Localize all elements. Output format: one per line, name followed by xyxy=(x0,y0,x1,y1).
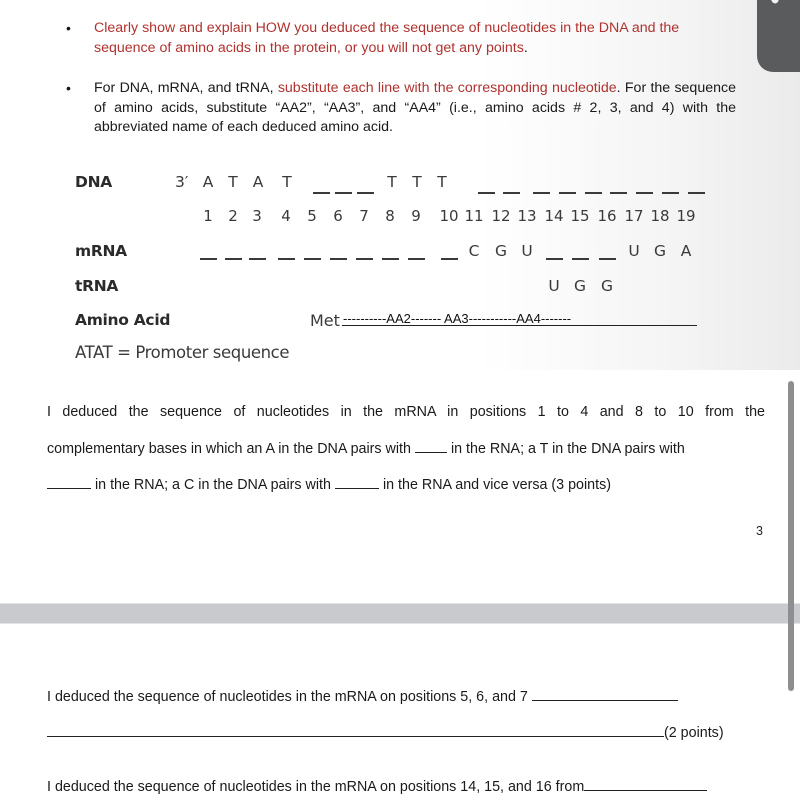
trna-label: tRNA xyxy=(75,277,119,295)
dna-blank[interactable] xyxy=(558,192,576,194)
answer-2-line-1: I deduced the sequence of nucleotides in… xyxy=(47,686,678,705)
bullet-icon: • xyxy=(66,20,71,36)
dna-nucleotide: T xyxy=(437,173,447,191)
answer-2-line-2: (2 points) xyxy=(47,722,724,741)
mrna-nucleotide: G xyxy=(494,242,507,260)
position-number: 6 xyxy=(333,207,343,225)
position-number: 16 xyxy=(597,207,617,225)
promoter-note: ATAT = Promoter sequence xyxy=(75,343,290,362)
position-number: 5 xyxy=(307,207,317,225)
dna-nucleotide: T xyxy=(387,173,397,191)
mrna-blank[interactable] xyxy=(571,258,589,260)
dna-blank[interactable] xyxy=(609,192,627,194)
mrna-blank[interactable] xyxy=(199,258,217,260)
position-number: 12 xyxy=(491,207,511,225)
dna-blank[interactable] xyxy=(687,192,705,194)
position-number: 17 xyxy=(624,207,644,225)
blank-a-pairs-with[interactable] xyxy=(414,438,447,453)
mrna-blank[interactable] xyxy=(355,258,373,260)
position-number: 9 xyxy=(411,207,421,225)
position-number: 7 xyxy=(359,207,369,225)
dna-blank[interactable] xyxy=(312,192,330,194)
page-separator xyxy=(0,603,800,624)
mrna-blank[interactable] xyxy=(598,258,616,260)
answer-3-line-1: I deduced the sequence of nucleotides in… xyxy=(47,776,708,795)
dna-blank[interactable] xyxy=(661,192,679,194)
blank-answer-2b[interactable] xyxy=(47,722,664,737)
position-number: 14 xyxy=(544,207,564,225)
overlay-tab xyxy=(757,0,800,72)
mrna-nucleotide: C xyxy=(468,242,480,260)
position-number: 10 xyxy=(439,207,459,225)
vertical-scrollbar[interactable] xyxy=(788,381,794,691)
dna-blank[interactable] xyxy=(356,192,374,194)
blank-answer-2a[interactable] xyxy=(531,686,678,701)
dna-nucleotide: A xyxy=(252,173,264,191)
mrna-blank[interactable] xyxy=(381,258,399,260)
mrna-blank[interactable] xyxy=(303,258,321,260)
blank-t-pairs-with[interactable] xyxy=(47,474,91,489)
dna-nucleotide: T xyxy=(282,173,292,191)
position-number: 15 xyxy=(570,207,590,225)
dna-blank[interactable] xyxy=(532,192,550,194)
position-number: 1 xyxy=(203,207,213,225)
dna-nucleotide: T xyxy=(228,173,238,191)
amino-acid-label: Amino Acid xyxy=(75,311,171,329)
mrna-nucleotide: A xyxy=(680,242,692,260)
answer-1-line-1: I deduced the sequence of nucleotides in… xyxy=(47,404,765,420)
mrna-blank[interactable] xyxy=(440,258,458,260)
dna-blank[interactable] xyxy=(477,192,495,194)
blank-c-pairs-with[interactable] xyxy=(334,474,379,489)
dna-blank[interactable] xyxy=(334,192,352,194)
dna-blank[interactable] xyxy=(584,192,602,194)
blank-answer-3[interactable] xyxy=(584,776,708,791)
dna-blank[interactable] xyxy=(502,192,520,194)
instruction-red-text: substitute each line with the correspond… xyxy=(277,80,617,96)
dna-nucleotide: A xyxy=(202,173,214,191)
mrna-blank[interactable] xyxy=(277,258,295,260)
instruction-red-text: Clearly show and explain HOW you deduced… xyxy=(94,20,680,56)
amino-acid-underline xyxy=(342,325,697,327)
mrna-nucleotide: U xyxy=(521,242,533,260)
page-number: 3 xyxy=(756,524,763,538)
points-label: (2 points) xyxy=(664,725,724,741)
position-number: 2 xyxy=(228,207,238,225)
mrna-nucleotide: G xyxy=(653,242,666,260)
dna-3prime-label: 3′ xyxy=(175,173,189,191)
mrna-label: mRNA xyxy=(75,242,127,260)
answer-1-paragraph: I deduced the sequence of nucleotides in… xyxy=(47,404,765,493)
position-number: 3 xyxy=(252,207,262,225)
overlay-glint xyxy=(765,0,780,5)
position-number: 18 xyxy=(650,207,670,225)
mrna-blank[interactable] xyxy=(545,258,563,260)
trna-nucleotide: G xyxy=(600,277,613,295)
position-number: 13 xyxy=(517,207,537,225)
mrna-blank[interactable] xyxy=(407,258,425,260)
trna-nucleotide: U xyxy=(548,277,560,295)
position-number: 4 xyxy=(281,207,291,225)
amino-acid-sequence: ----------AA2------- AA3-----------AA4--… xyxy=(343,311,572,326)
position-number: 11 xyxy=(464,207,484,225)
amino-acid-met: Met xyxy=(310,311,340,330)
mrna-blank[interactable] xyxy=(248,258,266,260)
trna-nucleotide: G xyxy=(573,277,586,295)
position-number: 19 xyxy=(676,207,696,225)
mrna-blank[interactable] xyxy=(224,258,242,260)
mrna-nucleotide: U xyxy=(628,242,640,260)
bullet-icon: • xyxy=(66,80,71,96)
dna-nucleotide: T xyxy=(412,173,422,191)
dna-blank[interactable] xyxy=(635,192,653,194)
position-number: 8 xyxy=(385,207,395,225)
mrna-blank[interactable] xyxy=(329,258,347,260)
dna-label: DNA xyxy=(75,173,112,191)
